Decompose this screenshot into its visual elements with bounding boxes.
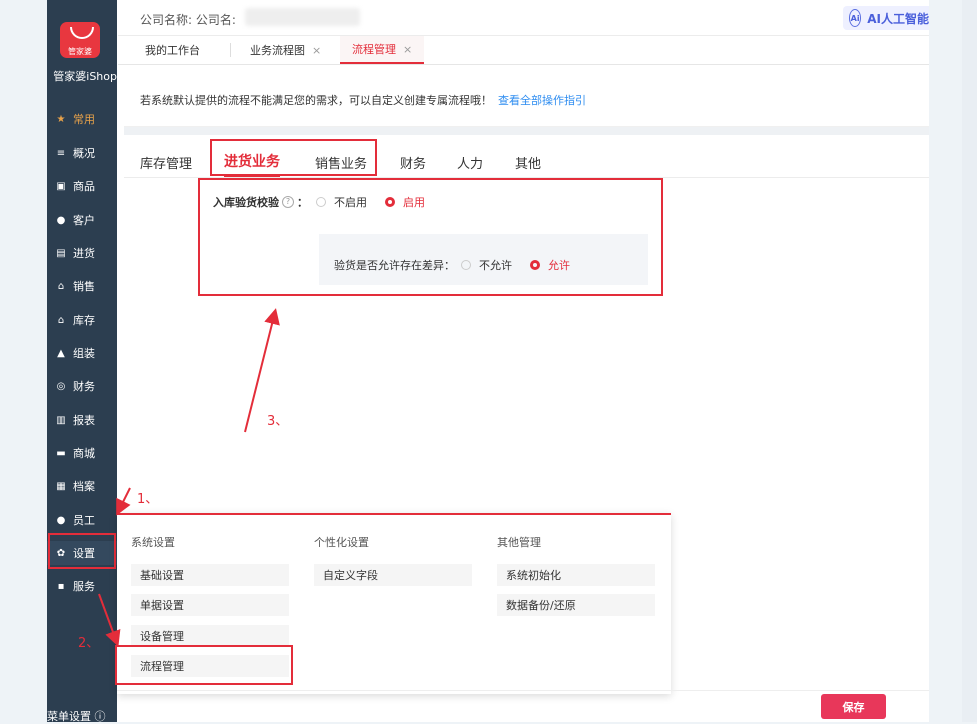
- annotation-arrows: [98, 308, 280, 647]
- annotation-step-2: 2、: [78, 636, 100, 651]
- annotation-step-1: 1、: [137, 492, 159, 507]
- annotation-step-3: 3、: [267, 414, 289, 429]
- arrow-step-2: [98, 593, 121, 647]
- arrow-step-1: [116, 487, 131, 516]
